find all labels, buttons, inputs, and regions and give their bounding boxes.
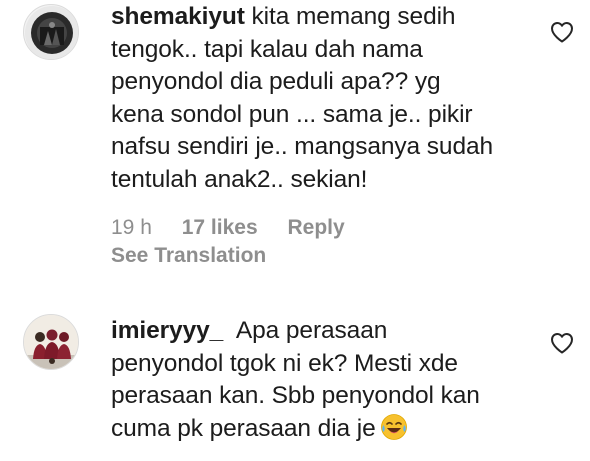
comment-text-line: perasaan kan. Sbb penyondol kan: [111, 382, 480, 409]
comment-text-line: cuma pk perasaan dia je: [111, 414, 376, 442]
avatar[interactable]: [23, 4, 79, 60]
avatar-image: [25, 6, 78, 59]
comment-text-line: kena sondol pun ... sama je.. pikir: [111, 100, 473, 128]
heart-outline-icon[interactable]: [550, 332, 574, 354]
comment-text: imieryyy_ Apa perasaan penyondol tgok ni…: [111, 315, 480, 445]
comment-timestamp: 19 h: [111, 216, 152, 239]
heart-outline-icon[interactable]: [550, 21, 574, 43]
comment-item: imieryyy_ Apa perasaan penyondol tgok ni…: [0, 300, 590, 461]
comment-text: shemakiyut kita memang sedih tengok.. ta…: [111, 1, 493, 196]
comment-text-line: Apa perasaan: [235, 317, 388, 344]
face-with-tears-of-joy-icon: [380, 413, 407, 440]
comment-text-line: tengok.. tapi kalau dah nama: [111, 35, 423, 63]
likes-count[interactable]: 17 likes: [182, 216, 258, 240]
comment-meta: 19 h 17 likes Reply: [111, 216, 345, 240]
see-translation-link[interactable]: See Translation: [111, 244, 266, 268]
reply-button[interactable]: Reply: [287, 216, 344, 240]
comment-text-line: penyondol dia peduli apa?? yg: [111, 68, 441, 95]
comment-text-line: kita memang sedih: [251, 3, 456, 30]
comment-text-line: tentulah anak2.. sekian!: [111, 165, 368, 193]
comment-item: shemakiyut kita memang sedih tengok.. ta…: [0, 0, 590, 290]
comment-username[interactable]: imieryyy_: [111, 317, 223, 344]
avatar[interactable]: [23, 314, 79, 370]
avatar-image: [24, 315, 78, 369]
comment-text-line: nafsu sendiri je.. mangsanya sudah: [111, 133, 494, 160]
comment-text-line: penyondol tgok ni ek? Mesti xde: [111, 349, 458, 377]
comment-username[interactable]: shemakiyut: [111, 3, 245, 30]
